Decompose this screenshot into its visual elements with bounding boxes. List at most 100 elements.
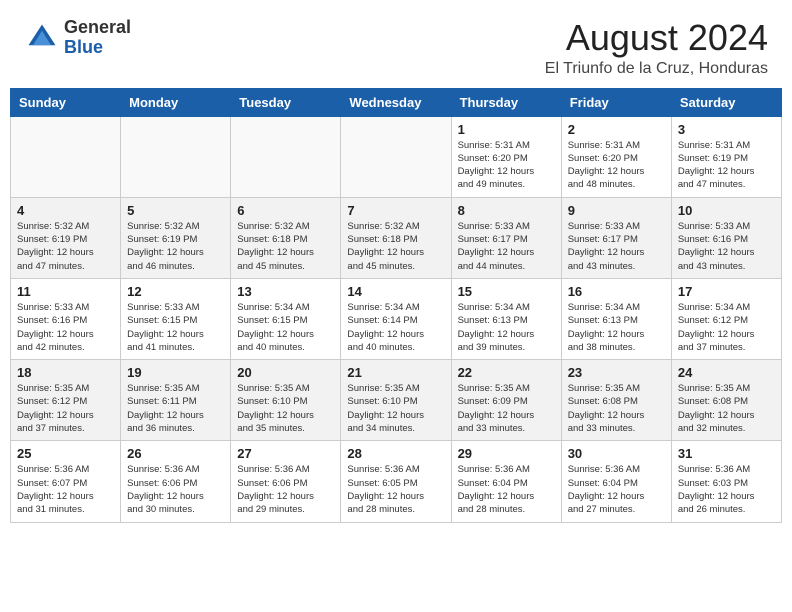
- day-info: Sunrise: 5:35 AM Sunset: 6:09 PM Dayligh…: [458, 382, 555, 435]
- week-row-5: 25Sunrise: 5:36 AM Sunset: 6:07 PM Dayli…: [11, 441, 782, 522]
- day-info: Sunrise: 5:31 AM Sunset: 6:20 PM Dayligh…: [568, 139, 665, 192]
- day-number: 1: [458, 122, 555, 137]
- day-cell: 5 Sunrise: 5:32 AM Sunset: 6:19 PM Daylig…: [121, 197, 231, 278]
- day-cell: 17Sunrise: 5:34 AM Sunset: 6:12 PM Dayli…: [671, 278, 781, 359]
- col-header-monday: Monday: [121, 88, 231, 116]
- logo: General Blue: [24, 18, 131, 58]
- col-header-tuesday: Tuesday: [231, 88, 341, 116]
- day-cell: [11, 116, 121, 197]
- day-cell: 11Sunrise: 5:33 AM Sunset: 6:16 PM Dayli…: [11, 278, 121, 359]
- day-number: 13: [237, 284, 334, 299]
- day-cell: 6 Sunrise: 5:32 AM Sunset: 6:18 PM Daylig…: [231, 197, 341, 278]
- day-cell: 18 Sunrise: 5:35 AM Sunset: 6:12 PM Dayli…: [11, 360, 121, 441]
- day-number: 27: [237, 446, 334, 461]
- day-info: Sunrise: 5:31 AM Sunset: 6:19 PM Dayligh…: [678, 139, 775, 192]
- logo-blue: Blue: [64, 38, 131, 58]
- day-info: Sunrise: 5:36 AM Sunset: 6:04 PM Dayligh…: [568, 463, 665, 516]
- day-cell: 28 Sunrise: 5:36 AM Sunset: 6:05 PM Dayli…: [341, 441, 451, 522]
- day-cell: 26 Sunrise: 5:36 AM Sunset: 6:06 PM Dayli…: [121, 441, 231, 522]
- day-number: 9: [568, 203, 665, 218]
- day-info: Sunrise: 5:34 AM Sunset: 6:13 PM Dayligh…: [568, 301, 665, 354]
- day-number: 11: [17, 284, 114, 299]
- day-info: Sunrise: 5:32 AM Sunset: 6:19 PM Dayligh…: [17, 220, 114, 273]
- day-cell: 10Sunrise: 5:33 AM Sunset: 6:16 PM Dayli…: [671, 197, 781, 278]
- day-cell: 29 Sunrise: 5:36 AM Sunset: 6:04 PM Dayli…: [451, 441, 561, 522]
- day-info: Sunrise: 5:34 AM Sunset: 6:12 PM Dayligh…: [678, 301, 775, 354]
- day-info: Sunrise: 5:36 AM Sunset: 6:04 PM Dayligh…: [458, 463, 555, 516]
- day-number: 28: [347, 446, 444, 461]
- day-info: Sunrise: 5:34 AM Sunset: 6:13 PM Dayligh…: [458, 301, 555, 354]
- day-info: Sunrise: 5:36 AM Sunset: 6:05 PM Dayligh…: [347, 463, 444, 516]
- day-cell: 19 Sunrise: 5:35 AM Sunset: 6:11 PM Dayli…: [121, 360, 231, 441]
- day-info: Sunrise: 5:31 AM Sunset: 6:20 PM Dayligh…: [458, 139, 555, 192]
- day-cell: 16Sunrise: 5:34 AM Sunset: 6:13 PM Dayli…: [561, 278, 671, 359]
- day-info: Sunrise: 5:34 AM Sunset: 6:14 PM Dayligh…: [347, 301, 444, 354]
- location: El Triunfo de la Cruz, Honduras: [545, 60, 768, 78]
- day-info: Sunrise: 5:35 AM Sunset: 6:08 PM Dayligh…: [568, 382, 665, 435]
- day-info: Sunrise: 5:32 AM Sunset: 6:18 PM Dayligh…: [237, 220, 334, 273]
- day-info: Sunrise: 5:36 AM Sunset: 6:06 PM Dayligh…: [127, 463, 224, 516]
- day-info: Sunrise: 5:35 AM Sunset: 6:08 PM Dayligh…: [678, 382, 775, 435]
- day-info: Sunrise: 5:32 AM Sunset: 6:19 PM Dayligh…: [127, 220, 224, 273]
- week-row-4: 18 Sunrise: 5:35 AM Sunset: 6:12 PM Dayli…: [11, 360, 782, 441]
- day-cell: 15Sunrise: 5:34 AM Sunset: 6:13 PM Dayli…: [451, 278, 561, 359]
- day-cell: 9 Sunrise: 5:33 AM Sunset: 6:17 PM Daylig…: [561, 197, 671, 278]
- day-number: 30: [568, 446, 665, 461]
- day-info: Sunrise: 5:33 AM Sunset: 6:15 PM Dayligh…: [127, 301, 224, 354]
- day-cell: 1 Sunrise: 5:31 AM Sunset: 6:20 PM Daylig…: [451, 116, 561, 197]
- day-number: 26: [127, 446, 224, 461]
- header-row: SundayMondayTuesdayWednesdayThursdayFrid…: [11, 88, 782, 116]
- day-number: 18: [17, 365, 114, 380]
- day-info: Sunrise: 5:35 AM Sunset: 6:11 PM Dayligh…: [127, 382, 224, 435]
- day-cell: 22Sunrise: 5:35 AM Sunset: 6:09 PM Dayli…: [451, 360, 561, 441]
- col-header-sunday: Sunday: [11, 88, 121, 116]
- logo-icon: [24, 20, 60, 56]
- day-number: 4: [17, 203, 114, 218]
- day-cell: 7 Sunrise: 5:32 AM Sunset: 6:18 PM Daylig…: [341, 197, 451, 278]
- day-number: 8: [458, 203, 555, 218]
- day-number: 14: [347, 284, 444, 299]
- day-info: Sunrise: 5:33 AM Sunset: 6:17 PM Dayligh…: [458, 220, 555, 273]
- day-cell: [121, 116, 231, 197]
- calendar-table: SundayMondayTuesdayWednesdayThursdayFrid…: [10, 88, 782, 523]
- day-info: Sunrise: 5:32 AM Sunset: 6:18 PM Dayligh…: [347, 220, 444, 273]
- week-row-3: 11Sunrise: 5:33 AM Sunset: 6:16 PM Dayli…: [11, 278, 782, 359]
- day-number: 25: [17, 446, 114, 461]
- title-section: August 2024 El Triunfo de la Cruz, Hondu…: [545, 18, 768, 78]
- day-number: 7: [347, 203, 444, 218]
- day-cell: 4 Sunrise: 5:32 AM Sunset: 6:19 PM Daylig…: [11, 197, 121, 278]
- day-number: 6: [237, 203, 334, 218]
- day-cell: [231, 116, 341, 197]
- day-cell: 13 Sunrise: 5:34 AM Sunset: 6:15 PM Dayli…: [231, 278, 341, 359]
- day-info: Sunrise: 5:35 AM Sunset: 6:12 PM Dayligh…: [17, 382, 114, 435]
- day-number: 21: [347, 365, 444, 380]
- day-number: 3: [678, 122, 775, 137]
- day-number: 5: [127, 203, 224, 218]
- day-cell: 23 Sunrise: 5:35 AM Sunset: 6:08 PM Dayli…: [561, 360, 671, 441]
- day-cell: 21 Sunrise: 5:35 AM Sunset: 6:10 PM Dayli…: [341, 360, 451, 441]
- col-header-saturday: Saturday: [671, 88, 781, 116]
- day-cell: 2Sunrise: 5:31 AM Sunset: 6:20 PM Daylig…: [561, 116, 671, 197]
- day-number: 20: [237, 365, 334, 380]
- week-row-2: 4 Sunrise: 5:32 AM Sunset: 6:19 PM Daylig…: [11, 197, 782, 278]
- day-number: 19: [127, 365, 224, 380]
- calendar-wrapper: SundayMondayTuesdayWednesdayThursdayFrid…: [0, 88, 792, 533]
- day-cell: 3 Sunrise: 5:31 AM Sunset: 6:19 PM Daylig…: [671, 116, 781, 197]
- day-cell: 14 Sunrise: 5:34 AM Sunset: 6:14 PM Dayli…: [341, 278, 451, 359]
- header: General Blue August 2024 El Triunfo de l…: [0, 0, 792, 88]
- day-number: 29: [458, 446, 555, 461]
- day-info: Sunrise: 5:35 AM Sunset: 6:10 PM Dayligh…: [347, 382, 444, 435]
- day-number: 23: [568, 365, 665, 380]
- week-row-1: 1 Sunrise: 5:31 AM Sunset: 6:20 PM Daylig…: [11, 116, 782, 197]
- day-number: 12: [127, 284, 224, 299]
- day-info: Sunrise: 5:33 AM Sunset: 6:17 PM Dayligh…: [568, 220, 665, 273]
- day-number: 24: [678, 365, 775, 380]
- day-info: Sunrise: 5:35 AM Sunset: 6:10 PM Dayligh…: [237, 382, 334, 435]
- logo-general: General: [64, 18, 131, 38]
- day-cell: 12 Sunrise: 5:33 AM Sunset: 6:15 PM Dayli…: [121, 278, 231, 359]
- day-cell: 25Sunrise: 5:36 AM Sunset: 6:07 PM Dayli…: [11, 441, 121, 522]
- day-cell: 27Sunrise: 5:36 AM Sunset: 6:06 PM Dayli…: [231, 441, 341, 522]
- col-header-friday: Friday: [561, 88, 671, 116]
- col-header-thursday: Thursday: [451, 88, 561, 116]
- day-info: Sunrise: 5:34 AM Sunset: 6:15 PM Dayligh…: [237, 301, 334, 354]
